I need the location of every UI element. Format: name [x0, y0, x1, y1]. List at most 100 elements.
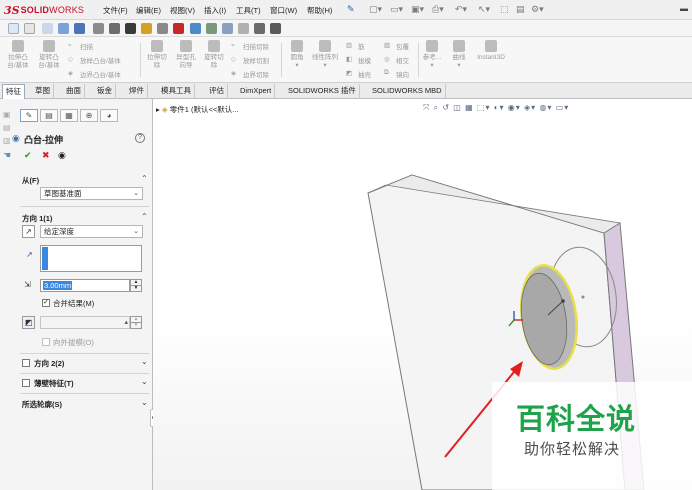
wrap-label[interactable]: 包覆	[396, 41, 409, 51]
boundary-boss-label[interactable]: 边界凸台/基体	[80, 69, 121, 79]
print-preview-icon[interactable]	[238, 23, 249, 34]
from-group-header[interactable]: 从(F)	[22, 175, 39, 186]
save-icon[interactable]: ▣▾	[411, 4, 424, 15]
mass-icon[interactable]	[206, 23, 217, 34]
pin-icon[interactable]: ✎	[347, 4, 355, 15]
appearance-icon[interactable]	[141, 23, 152, 34]
menu-window[interactable]: 窗口(W)	[270, 5, 297, 16]
draft-angle-input[interactable]: ▴	[40, 316, 130, 329]
sketch-icon[interactable]	[42, 23, 53, 34]
tab-sketch[interactable]: 草图	[32, 84, 54, 99]
gear-small-icon[interactable]	[93, 23, 104, 34]
thin-feature-checkbox[interactable]	[22, 379, 30, 387]
revolve-cut-button[interactable]: 旋转切 除	[199, 40, 229, 70]
section-icon[interactable]	[125, 23, 136, 34]
select-icon[interactable]: ↖▾	[478, 4, 490, 15]
sweep-cut-label[interactable]: 扫描切除	[243, 41, 269, 51]
depth-input[interactable]: 3.00mm	[40, 279, 130, 292]
menu-file[interactable]: 文件(F)	[103, 5, 128, 16]
tab-features[interactable]: 特征	[2, 84, 25, 99]
configuration-manager-icon[interactable]: ▦	[60, 109, 78, 122]
cancel-x-icon[interactable]: ✖	[42, 150, 50, 161]
from-start-condition-select[interactable]: 草图基准面 ⌄	[40, 187, 143, 200]
direction2-expand-chevron-icon[interactable]: ⌄	[141, 357, 148, 366]
rebuild-icon[interactable]: ⬚	[500, 4, 509, 15]
menu-insert[interactable]: 插入(I)	[204, 5, 226, 16]
menu-edit[interactable]: 编辑(E)	[136, 5, 161, 16]
help-icon[interactable]: ?	[135, 133, 145, 143]
ok-check-icon[interactable]: ✔	[24, 150, 32, 161]
split-icon[interactable]	[254, 23, 265, 34]
tab-sheet-metal[interactable]: 钣金	[94, 84, 116, 99]
draft-spin-down-icon[interactable]: ▼	[130, 322, 142, 329]
open-icon[interactable]: ▭▾	[390, 4, 403, 15]
instant3d-button[interactable]: Instant3D	[472, 40, 510, 62]
tab-solidworks-addins[interactable]: SOLIDWORKS 插件	[285, 84, 360, 99]
shell-label[interactable]: 抽壳	[358, 69, 371, 79]
thin-feature-expand-chevron-icon[interactable]: ⌄	[141, 377, 148, 386]
loft-boss-label[interactable]: 放样凸台/基体	[80, 55, 121, 65]
command-manager-icon[interactable]	[8, 23, 19, 34]
end-condition-select[interactable]: 给定深度 ⌄	[40, 225, 143, 238]
direction2-label[interactable]: 方向 2(2)	[34, 358, 64, 369]
draft-label[interactable]: 拔模	[358, 55, 371, 65]
direction-of-extrusion-selection-box[interactable]	[40, 245, 142, 272]
wh-icon[interactable]	[157, 23, 168, 34]
reference-geometry-button[interactable]: 参考... ▾	[419, 40, 445, 70]
undo-icon[interactable]: ↶▾	[455, 4, 467, 15]
direction2-checkbox[interactable]	[22, 359, 30, 367]
revolve-boss-button[interactable]: 旋转凸 台/基体	[34, 40, 64, 70]
boundary-cut-label[interactable]: 边界切除	[243, 69, 269, 79]
extrude-cut-button[interactable]: 拉伸切 除	[142, 40, 172, 70]
options-gear-icon[interactable]: ⚙▾	[531, 4, 544, 15]
export-icon[interactable]	[270, 23, 281, 34]
from-collapse-chevron-icon[interactable]: ⌃	[141, 174, 148, 183]
menu-view[interactable]: 视图(V)	[170, 5, 195, 16]
display-icon[interactable]	[74, 23, 85, 34]
print-icon[interactable]: ⎙▾	[432, 4, 444, 15]
menu-tools[interactable]: 工具(T)	[236, 5, 261, 16]
reverse-direction-button[interactable]: ↗	[22, 225, 35, 238]
display-manager-icon[interactable]: ◕	[100, 109, 118, 122]
tab-mold-tools[interactable]: 模具工具	[158, 84, 195, 99]
draft-on-off-button[interactable]: ◩	[22, 316, 35, 329]
intersect-label[interactable]: 相交	[396, 55, 409, 65]
scene-icon[interactable]	[173, 23, 184, 34]
tab-evaluate[interactable]: 评估	[206, 84, 228, 99]
extrude-boss-button[interactable]: 拉伸凸 台/基体	[3, 40, 33, 70]
depth-handle-dot[interactable]	[561, 299, 565, 303]
table-icon[interactable]	[222, 23, 233, 34]
sweep-label[interactable]: 扫描	[80, 41, 93, 51]
direction1-group-header[interactable]: 方向 1(1)	[22, 213, 52, 224]
file-properties-icon[interactable]: ▤	[516, 4, 525, 15]
menu-help[interactable]: 帮助(H)	[307, 5, 332, 16]
loft-cut-label[interactable]: 放样切割	[243, 55, 269, 65]
mirror-label[interactable]: 镜向	[396, 69, 409, 79]
selected-contours-header[interactable]: 所选轮廓(S)	[22, 399, 62, 410]
thin-feature-label[interactable]: 薄壁特征(T)	[34, 378, 74, 389]
draft-angle-spin-icon[interactable]: ▴	[124, 317, 128, 328]
tab-weldments[interactable]: 焊件	[126, 84, 148, 99]
measure-icon[interactable]	[190, 23, 201, 34]
depth-spin-down-icon[interactable]: ▼	[130, 285, 142, 292]
merge-result-checkbox[interactable]: ✓	[42, 299, 50, 307]
direction1-collapse-chevron-icon[interactable]: ⌃	[141, 212, 148, 221]
hole-wizard-button[interactable]: 异型孔 向导	[171, 40, 201, 70]
linear-pattern-button[interactable]: 线性阵列 ▾	[308, 40, 342, 70]
curves-button[interactable]: 曲线 ▾	[446, 40, 472, 70]
detailed-preview-eye-icon[interactable]: ◉	[58, 150, 66, 161]
smart-dim-icon[interactable]	[58, 23, 69, 34]
shading-icon[interactable]	[109, 23, 120, 34]
window-control-icon[interactable]: ▬	[680, 4, 688, 13]
feature-manager-tree-icon[interactable]: ✎	[20, 109, 38, 122]
dimxpert-manager-icon[interactable]: ⊕	[80, 109, 98, 122]
tab-dimxpert[interactable]: DimXpert	[237, 84, 276, 99]
draft-outward-checkbox[interactable]	[42, 338, 50, 346]
selected-contours-expand-chevron-icon[interactable]: ⌄	[141, 398, 148, 407]
tab-surfaces[interactable]: 曲面	[63, 84, 85, 99]
tab-solidworks-mbd[interactable]: SOLIDWORKS MBD	[369, 84, 446, 99]
rib-label[interactable]: 筋	[358, 41, 365, 51]
layout-icon[interactable]	[24, 23, 35, 34]
property-manager-icon[interactable]: ▤	[40, 109, 58, 122]
new-document-icon[interactable]: ▢▾	[369, 4, 382, 15]
